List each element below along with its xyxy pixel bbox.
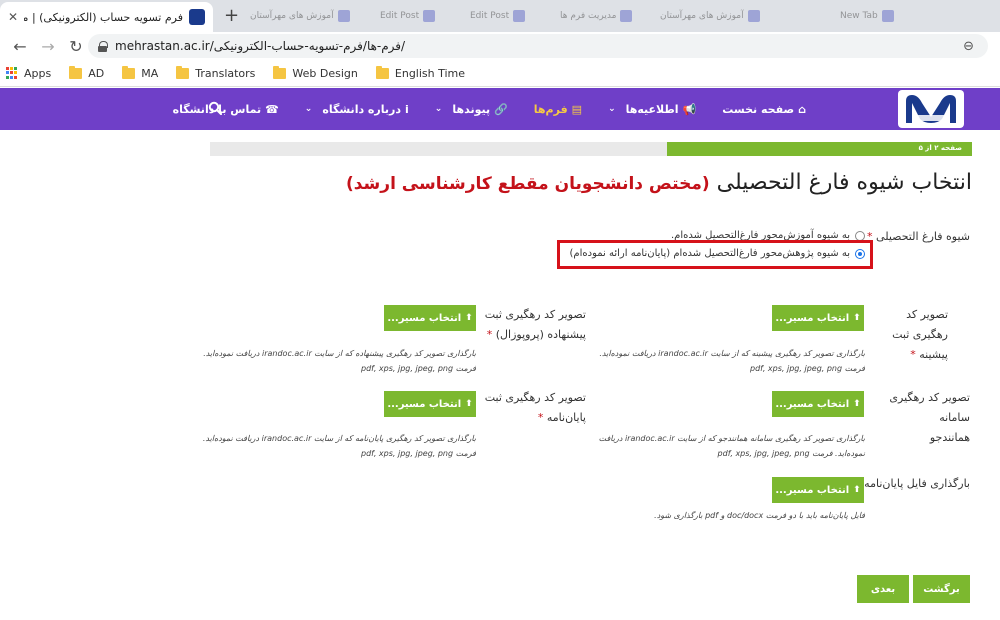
nav-item-about[interactable]: i درباره دانشگاه ⌄ [305, 103, 409, 116]
bookmark-folder[interactable]: Translators [176, 65, 255, 80]
upload-label-thesis-tracking: تصویر کد رهگیری ثبت پایان‌نامه * [484, 391, 586, 424]
browser-tab-active[interactable]: فرم تسویه حساب (الکترونیکی) | موسسه آمو … [0, 2, 213, 32]
logo-mark-icon [906, 95, 956, 123]
tab-favicon-icon [881, 10, 894, 22]
graduation-method-label: شیوه فارغ التحصیلی * [867, 230, 970, 243]
main-menu: ⌂ صفحه نخست 📢 اطلاعیه‌ها ⌄ ▤ فرم‌ها 🔗 پی… [173, 88, 806, 130]
upload-icon: ⬆ [465, 399, 473, 409]
folder-icon [176, 65, 190, 79]
nav-item-home[interactable]: ⌂ صفحه نخست [722, 103, 806, 116]
browser-tab[interactable]: Edit Post [380, 8, 436, 24]
upload-icon: ⬆ [465, 313, 473, 323]
back-button[interactable]: برگشت [913, 575, 970, 603]
bookmark-apps[interactable]: Apps [6, 67, 51, 80]
chevron-down-icon: ⌄ [434, 104, 443, 114]
zoom-icon[interactable]: ⊖ [963, 39, 974, 54]
browser-tab[interactable]: آموزش های مهرآستان [660, 8, 760, 24]
form-progress-bar: صفحه ۲ از ۵ [210, 142, 972, 156]
url-text: mehrastan.ac.ir/فرم-ها/فرم-تسویه-حساب-ال… [115, 39, 406, 53]
bookmarks-bar: Apps AD MA Translators Web Design Englis… [0, 60, 1000, 87]
upload-icon: ⬆ [853, 485, 861, 495]
upload-icon: ⬆ [853, 313, 861, 323]
bullhorn-icon: 📢 [682, 102, 697, 116]
forward-arrow-icon[interactable]: → [34, 37, 62, 56]
tab-favicon-icon [620, 10, 633, 22]
tab-favicon-icon [337, 10, 350, 22]
bookmark-folder[interactable]: MA [122, 65, 158, 80]
phone-icon: ☎ [265, 102, 279, 116]
next-button[interactable]: بعدی [857, 575, 909, 603]
choose-file-button[interactable]: ⬆ انتخاب مسیر... [384, 305, 476, 331]
tab-favicon-icon [423, 10, 436, 22]
chevron-down-icon: ⌄ [608, 104, 616, 114]
tab-favicon-icon [513, 10, 526, 22]
progress-label: صفحه ۲ از ۵ [918, 144, 962, 152]
bookmark-folder[interactable]: AD [69, 65, 104, 80]
radio-button[interactable] [855, 230, 865, 241]
file-icon: ▤ [571, 102, 583, 116]
upload-icon: ⬆ [853, 399, 861, 409]
choose-file-button[interactable]: ⬆ انتخاب مسیر... [772, 391, 864, 417]
chevron-down-icon: ⌄ [304, 104, 313, 114]
browser-tabstrip: فرم تسویه حساب (الکترونیکی) | موسسه آمو … [0, 0, 1000, 32]
apps-grid-icon [6, 67, 18, 79]
tab-favicon-icon [747, 10, 760, 22]
search-icon[interactable] [208, 101, 222, 115]
nav-item-contact[interactable]: ☎ تماس با دانشگاه [173, 103, 279, 116]
link-icon: 🔗 [494, 102, 508, 116]
upload-help-thesis-tracking: بارگذاری تصویر کد رهگیری پایان‌نامه که ا… [202, 434, 476, 458]
upload-label-proposal: تصویر کد رهگیری ثبت پیشنهاده (پروپوزال) … [484, 308, 586, 341]
back-arrow-icon[interactable]: ← [6, 37, 34, 56]
info-icon: i [405, 102, 409, 116]
folder-icon [122, 65, 136, 79]
upload-help-thesis-file: فایل پایان‌نامه باید با دو فرمت doc/docx… [654, 511, 865, 520]
new-tab-icon[interactable]: + [224, 5, 239, 26]
highlight-annotation-box [557, 240, 873, 269]
choose-file-button[interactable]: ⬆ انتخاب مسیر... [384, 391, 476, 417]
browser-toolbar: ← → ↻ mehrastan.ac.ir/فرم-ها/فرم-تسویه-ح… [0, 32, 1000, 60]
home-icon: ⌂ [798, 102, 806, 116]
upload-help-similarity: بارگذاری تصویر کد رهگیری سامانه همانندجو… [598, 434, 865, 458]
choose-file-button[interactable]: ⬆ انتخاب مسیر... [772, 305, 864, 331]
nav-item-forms[interactable]: ▤ فرم‌ها [534, 103, 582, 116]
address-bar[interactable]: mehrastan.ac.ir/فرم-ها/فرم-تسویه-حساب-ال… [88, 34, 988, 58]
browser-tab[interactable]: Edit Post [470, 8, 526, 24]
folder-icon [273, 65, 287, 79]
tab-close-icon[interactable]: ✕ [8, 10, 18, 24]
bookmark-folder[interactable]: Web Design [273, 65, 358, 80]
tab-title: فرم تسویه حساب (الکترونیکی) | موسسه آمو [24, 10, 183, 24]
site-favicon-icon [189, 9, 205, 25]
folder-icon [69, 65, 83, 79]
upload-label-similarity: تصویر کد رهگیری سامانه همانندجو [889, 391, 970, 444]
upload-help-thesis-registration: بارگذاری تصویر کد رهگیری پیشینه که از سا… [599, 349, 865, 373]
reload-icon[interactable]: ↻ [62, 37, 90, 56]
nav-item-links[interactable]: 🔗 پیوندها ⌄ [435, 103, 508, 116]
upload-label-thesis-registration: تصویر کد رهگیری ثبت پیشینه * [892, 308, 948, 361]
site-navbar: ⌂ صفحه نخست 📢 اطلاعیه‌ها ⌄ ▤ فرم‌ها 🔗 پی… [0, 88, 1000, 130]
browser-tab[interactable]: آموزش های مهرآستان [250, 8, 350, 24]
folder-icon [375, 65, 389, 79]
upload-help-proposal: بارگذاری تصویر کد رهگیری پیشنهاده که از … [203, 349, 476, 373]
lock-icon [98, 40, 108, 52]
page-title-accent: (مختص دانشجویان مقطع کارشناسی ارشد) [345, 174, 710, 194]
site-logo[interactable] [898, 90, 964, 128]
page-title: انتخاب شیوه فارغ التحصیلی (مختص دانشجویا… [345, 170, 972, 195]
bookmark-folder[interactable]: English Time [375, 65, 465, 80]
choose-file-button[interactable]: ⬆ انتخاب مسیر... [772, 477, 864, 503]
browser-tab[interactable]: New Tab [840, 8, 894, 24]
browser-tab[interactable]: مدیریت فرم ها [560, 8, 633, 24]
nav-item-announcements[interactable]: 📢 اطلاعیه‌ها ⌄ [608, 103, 696, 116]
